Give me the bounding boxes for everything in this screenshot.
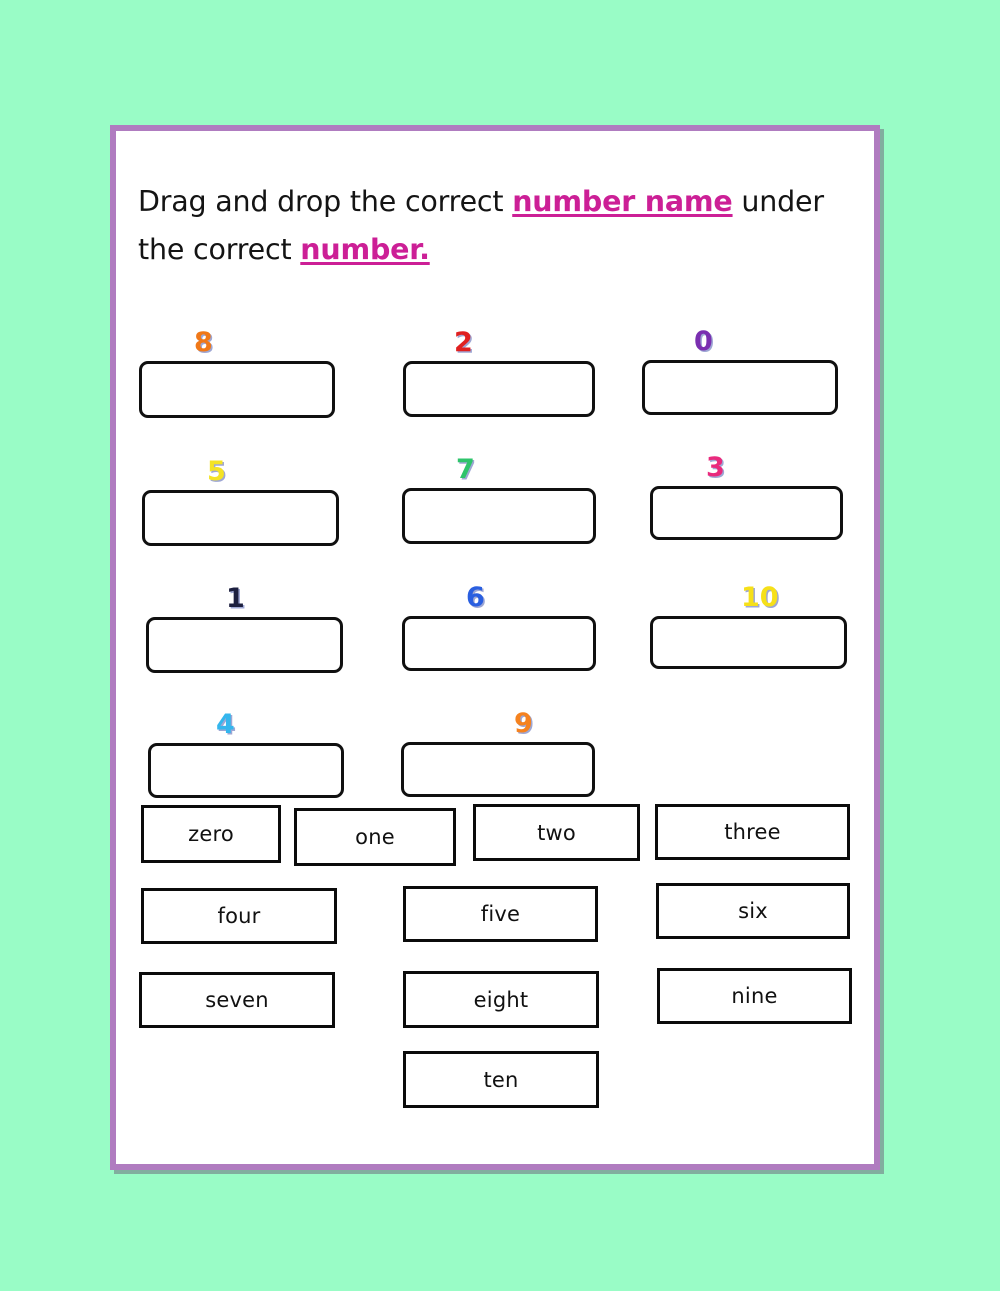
word-tile-eight[interactable]: eight xyxy=(403,971,599,1028)
number-label-2: 2 xyxy=(454,327,473,358)
answer-box-6[interactable] xyxy=(402,616,596,671)
word-tile-seven[interactable]: seven xyxy=(139,972,335,1028)
number-label-9: 9 xyxy=(514,708,533,739)
number-label-4: 4 xyxy=(216,709,235,740)
instruction-highlight-number-name: number name xyxy=(512,184,733,218)
answer-box-7[interactable] xyxy=(402,488,596,544)
number-label-8: 8 xyxy=(194,327,213,358)
number-label-10: 10 xyxy=(741,582,779,613)
answer-box-10[interactable] xyxy=(650,616,847,669)
answer-box-9[interactable] xyxy=(401,742,595,797)
answer-box-4[interactable] xyxy=(148,743,344,798)
instruction-text: Drag and drop the correct number name un… xyxy=(138,178,864,274)
instruction-part-1: Drag and drop the correct xyxy=(138,184,513,218)
instruction-highlight-number: number. xyxy=(300,232,430,266)
number-label-3: 3 xyxy=(706,452,725,483)
word-tile-nine[interactable]: nine xyxy=(657,968,852,1024)
number-label-0: 0 xyxy=(694,326,713,357)
answer-box-8[interactable] xyxy=(139,361,335,418)
number-label-6: 6 xyxy=(466,582,485,613)
word-tile-zero[interactable]: zero xyxy=(141,805,281,863)
word-tile-two[interactable]: two xyxy=(473,804,640,861)
instruction-part-2: under xyxy=(732,184,824,218)
answer-box-5[interactable] xyxy=(142,490,339,546)
answer-box-0[interactable] xyxy=(642,360,838,415)
answer-box-3[interactable] xyxy=(650,486,843,540)
answer-box-2[interactable] xyxy=(403,361,595,417)
word-tile-six[interactable]: six xyxy=(656,883,850,939)
number-label-1: 1 xyxy=(226,583,245,614)
instruction-part-3: the correct xyxy=(138,232,301,266)
number-label-7: 7 xyxy=(456,454,475,485)
word-tile-ten[interactable]: ten xyxy=(403,1051,599,1108)
worksheet-page: Drag and drop the correct number name un… xyxy=(116,131,874,1164)
word-tile-three[interactable]: three xyxy=(655,804,850,860)
worksheet-frame: Drag and drop the correct number name un… xyxy=(110,125,880,1170)
word-tile-five[interactable]: five xyxy=(403,886,598,942)
word-tile-one[interactable]: one xyxy=(294,808,456,866)
number-label-5: 5 xyxy=(207,456,226,487)
answer-box-1[interactable] xyxy=(146,617,343,673)
word-tile-four[interactable]: four xyxy=(141,888,337,944)
